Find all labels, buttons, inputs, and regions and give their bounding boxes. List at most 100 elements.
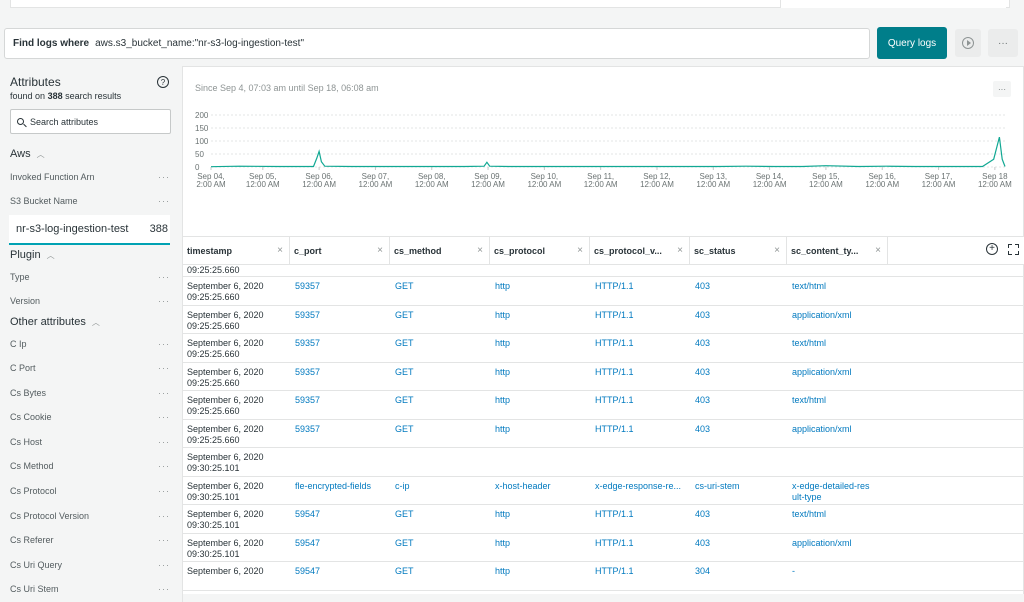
attribute-item[interactable]: Cs Cookie ··· [10, 412, 170, 422]
attribute-item[interactable]: Cs Bytes ··· [10, 388, 170, 398]
attribute-more-icon[interactable]: ··· [158, 196, 170, 206]
attribute-more-icon[interactable]: ··· [158, 584, 170, 594]
attribute-item[interactable]: Version ··· [10, 296, 170, 306]
cell-sc_status[interactable]: 403 [695, 538, 787, 549]
attribute-more-icon[interactable]: ··· [158, 461, 170, 471]
cell-sc_status[interactable]: 403 [695, 338, 787, 349]
cell-cs_protocol[interactable]: http [495, 566, 587, 577]
cell-c_port[interactable]: 59357 [295, 424, 387, 435]
cell-c_port[interactable]: 59547 [295, 566, 387, 577]
add-column-icon[interactable]: + [986, 243, 998, 255]
cell-sc_content_ty[interactable]: application/xml [792, 367, 884, 378]
cell-sc_status[interactable]: cs-uri-stem [695, 481, 787, 492]
cell-c_port[interactable]: 59357 [295, 367, 387, 378]
cell-cs_protocol[interactable]: http [495, 538, 587, 549]
attribute-item[interactable]: Type ··· [10, 272, 170, 282]
cell-cs_method[interactable]: GET [395, 281, 487, 292]
cell-cs_protocol[interactable]: http [495, 281, 587, 292]
attribute-more-icon[interactable]: ··· [158, 388, 170, 398]
table-row[interactable]: September 6, 2020 09:30:25.101 59547 GET htt… [183, 534, 1024, 562]
expand-icon[interactable] [1008, 243, 1019, 255]
attribute-search-input[interactable] [30, 116, 160, 127]
attribute-item[interactable]: C Ip ··· [10, 339, 170, 349]
cell-c_port[interactable]: 59357 [295, 310, 387, 321]
cell-cs_protocol_v[interactable]: HTTP/1.1 [595, 281, 687, 292]
cell-sc_content_ty[interactable]: text/html [792, 509, 884, 520]
cell-c_port[interactable]: 59357 [295, 338, 387, 349]
cell-cs_protocol[interactable]: http [495, 509, 587, 520]
cell-cs_protocol_v[interactable]: HTTP/1.1 [595, 424, 687, 435]
table-row[interactable]: September 6, 2020 59547 GET http HTTP/1.1 304… [183, 562, 1024, 591]
attribute-group-0[interactable]: Aws ︿ [10, 148, 45, 160]
query-logs-button[interactable]: Query logs [877, 27, 947, 59]
column-header-1[interactable]: c_port × [290, 237, 390, 264]
cell-sc_status[interactable]: 403 [695, 395, 787, 406]
cell-cs_protocol_v[interactable]: HTTP/1.1 [595, 367, 687, 378]
attribute-group-1[interactable]: Plugin ︿ [10, 249, 55, 261]
attribute-search[interactable] [10, 109, 171, 134]
query-more-button[interactable]: ··· [988, 29, 1018, 57]
close-icon[interactable]: × [774, 245, 780, 256]
cell-sc_status[interactable]: 403 [695, 310, 787, 321]
table-row[interactable]: September 6, 2020 09:30:25.101 59547 GET htt… [183, 505, 1024, 534]
attribute-more-icon[interactable]: ··· [158, 272, 170, 282]
close-icon[interactable]: × [377, 245, 383, 256]
attribute-more-icon[interactable]: ··· [158, 172, 170, 182]
attribute-item[interactable]: Cs Method ··· [10, 461, 170, 471]
table-row[interactable]: September 6, 2020 09:30:25.101 fle-encrypt… [183, 477, 1024, 505]
cell-sc_content_ty[interactable]: text/html [792, 395, 884, 406]
table-row[interactable]: September 6, 2020 09:25:25.660 59357 GET htt… [183, 391, 1024, 420]
table-row[interactable]: September 6, 2020 09:25:25.660 59357 GET htt… [183, 334, 1024, 363]
cell-cs_method[interactable]: GET [395, 509, 487, 520]
query-bar[interactable]: Find logs where aws.s3_bucket_name:"nr-s… [4, 28, 870, 59]
help-icon[interactable]: ? [157, 76, 169, 88]
attribute-item[interactable]: Cs Protocol Version ··· [10, 511, 170, 521]
cell-c_port[interactable]: 59357 [295, 281, 387, 292]
cell-cs_method[interactable]: GET [395, 310, 487, 321]
attribute-item[interactable]: Invoked Function Arn ··· [10, 172, 170, 182]
cell-cs_method[interactable]: GET [395, 566, 487, 577]
close-icon[interactable]: × [677, 245, 683, 256]
cell-cs_protocol_v[interactable]: x-edge-response-re... [595, 481, 687, 492]
cell-cs_protocol_v[interactable]: HTTP/1.1 [595, 509, 687, 520]
attribute-more-icon[interactable]: ··· [158, 339, 170, 349]
attribute-item[interactable]: S3 Bucket Name ··· [10, 196, 170, 206]
attribute-item[interactable]: Cs Uri Query ··· [10, 560, 170, 570]
table-row[interactable]: September 6, 2020 09:25:25.660 59357 GET htt… [183, 363, 1024, 391]
cell-cs_protocol_v[interactable]: HTTP/1.1 [595, 538, 687, 549]
cell-sc_status[interactable]: 403 [695, 424, 787, 435]
live-tail-button[interactable] [955, 29, 981, 57]
cell-sc_content_ty[interactable]: application/xml [792, 310, 884, 321]
attribute-more-icon[interactable]: ··· [158, 560, 170, 570]
column-header-5[interactable]: sc_status × [690, 237, 787, 264]
close-icon[interactable]: × [875, 245, 881, 256]
cell-cs_method[interactable]: GET [395, 367, 487, 378]
cell-sc_content_ty[interactable]: text/html [792, 281, 884, 292]
cell-cs_method[interactable]: GET [395, 538, 487, 549]
cell-sc_status[interactable]: 403 [695, 281, 787, 292]
cell-cs_protocol[interactable]: http [495, 338, 587, 349]
attribute-more-icon[interactable]: ··· [158, 511, 170, 521]
cell-c_port[interactable]: fle-encrypted-fields [295, 481, 387, 492]
cell-cs_method[interactable]: c-ip [395, 481, 487, 492]
attribute-item[interactable]: Cs Protocol ··· [10, 486, 170, 496]
attribute-item[interactable]: Cs Uri Stem ··· [10, 584, 170, 594]
attribute-more-icon[interactable]: ··· [158, 437, 170, 447]
cell-cs_method[interactable]: GET [395, 424, 487, 435]
attribute-item[interactable]: Cs Host ··· [10, 437, 170, 447]
column-header-4[interactable]: cs_protocol_v... × [590, 237, 690, 264]
attribute-more-icon[interactable]: ··· [158, 535, 170, 545]
cell-sc_content_ty[interactable]: - [792, 566, 884, 577]
cell-sc_status[interactable]: 403 [695, 509, 787, 520]
cell-cs_protocol_v[interactable]: HTTP/1.1 [595, 338, 687, 349]
cell-cs_protocol_v[interactable]: HTTP/1.1 [595, 310, 687, 321]
cell-c_port[interactable]: 59547 [295, 538, 387, 549]
attribute-item[interactable]: Cs Referer ··· [10, 535, 170, 545]
attribute-more-icon[interactable]: ··· [158, 363, 170, 373]
cell-cs_protocol[interactable]: http [495, 424, 587, 435]
chart-more-button[interactable]: ··· [993, 81, 1011, 97]
cell-cs_method[interactable]: GET [395, 338, 487, 349]
close-icon[interactable]: × [577, 245, 583, 256]
cell-sc_content_ty[interactable]: application/xml [792, 424, 884, 435]
cell-c_port[interactable]: 59547 [295, 509, 387, 520]
